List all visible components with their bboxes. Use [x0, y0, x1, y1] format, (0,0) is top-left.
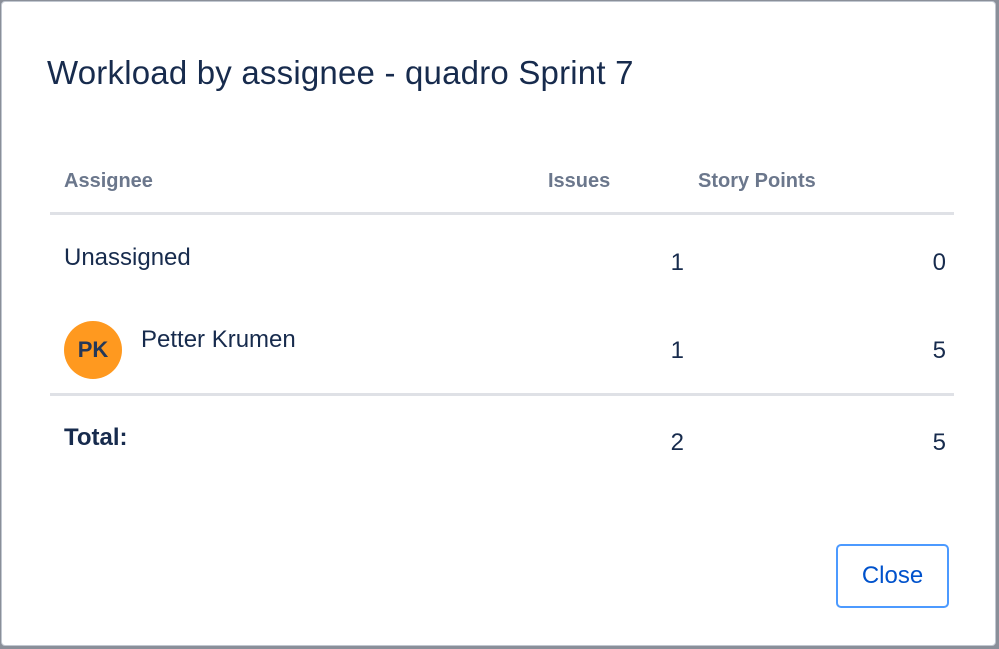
total-label: Total: — [64, 424, 128, 451]
column-header-story-points: Story Points — [698, 170, 816, 192]
assignee-name: Petter Krumen — [141, 326, 296, 353]
workload-dialog: Workload by assignee - quadro Sprint 7 A… — [1, 1, 996, 646]
issues-count: 1 — [670, 337, 684, 364]
header-divider — [50, 212, 954, 215]
total-divider — [50, 393, 954, 396]
story-points-value: 5 — [932, 337, 946, 364]
avatar: PK — [64, 321, 122, 379]
total-issues: 2 — [670, 429, 684, 456]
dialog-title: Workload by assignee - quadro Sprint 7 — [47, 54, 634, 91]
story-points-value: 0 — [932, 249, 946, 276]
issues-count: 1 — [670, 249, 684, 276]
total-story-points: 5 — [932, 429, 946, 456]
avatar-initials: PK — [77, 337, 109, 362]
assignee-name: Unassigned — [64, 244, 191, 271]
column-header-assignee: Assignee — [64, 170, 153, 192]
column-header-issues: Issues — [548, 170, 611, 192]
close-button[interactable]: Close — [836, 544, 949, 608]
